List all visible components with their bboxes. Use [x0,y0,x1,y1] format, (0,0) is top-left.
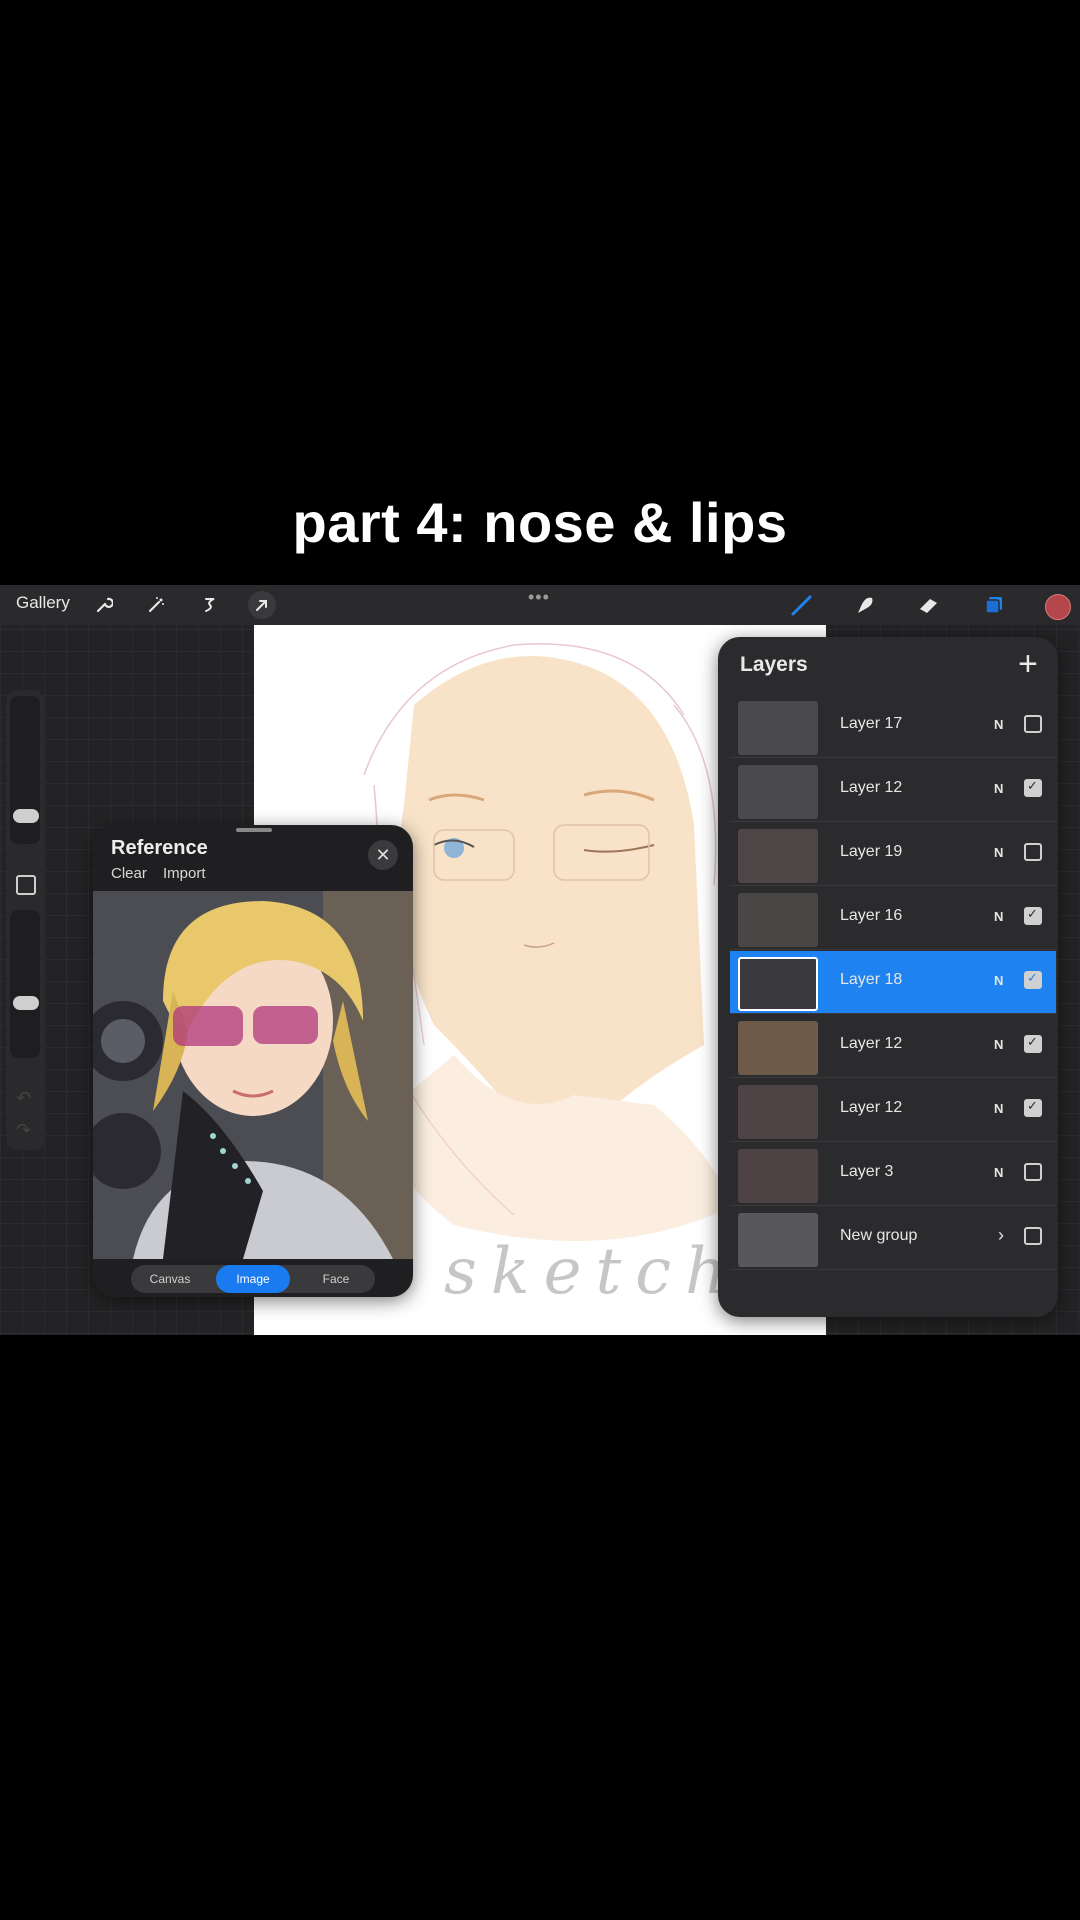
layer-row[interactable]: Layer 12 N [730,1079,1056,1142]
blend-mode-button[interactable]: N [994,1165,1003,1180]
layer-row[interactable]: Layer 18 N [730,951,1056,1014]
layer-thumbnail [738,1085,818,1139]
layer-name: Layer 12 [840,779,903,796]
transform-arrow-icon[interactable] [248,591,276,619]
layer-row[interactable]: Layer 12 N [730,759,1056,822]
layer-name: Layer 16 [840,907,903,924]
add-layer-plus-icon[interactable]: + [1018,645,1038,684]
brush-size-knob[interactable] [13,809,39,823]
redo-icon[interactable]: ↷ [16,1120,31,1141]
video-caption: part 4: nose & lips [292,491,788,554]
wrench-icon[interactable] [90,591,118,619]
smudge-icon[interactable] [851,591,879,619]
layer-thumbnail [738,1213,818,1267]
blend-mode-button[interactable]: N [994,1101,1003,1116]
layer-name: Layer 12 [840,1035,903,1052]
blend-mode-button[interactable]: N [994,781,1003,796]
blend-mode-button[interactable]: N [994,845,1003,860]
layers-icon[interactable] [980,591,1008,619]
procreate-app: Gallery ••• ↶ ↷ sketch Reference Clear I… [0,585,1080,1335]
layer-thumbnail [738,829,818,883]
reference-import-button[interactable]: Import [163,865,206,882]
tab-canvas[interactable]: Canvas [133,1265,207,1293]
layer-thumbnail [738,765,818,819]
color-picker-swatch[interactable] [1045,594,1071,620]
layer-thumbnail [738,1149,818,1203]
chevron-right-icon[interactable]: › [998,1225,1004,1246]
visibility-checkbox[interactable] [1024,1034,1042,1053]
tab-face[interactable]: Face [299,1265,373,1293]
layer-name: Layer 12 [840,1099,903,1116]
reference-clear-button[interactable]: Clear [111,865,147,882]
layer-row[interactable]: Layer 3 N [730,1143,1056,1206]
brush-icon[interactable] [788,591,816,619]
left-sidebar: ↶ ↷ [6,690,44,1150]
visibility-checkbox[interactable] [1024,1227,1042,1245]
eraser-icon[interactable] [915,591,943,619]
layer-row[interactable]: Layer 19 N [730,823,1056,886]
reference-title: Reference [111,837,208,859]
layer-row[interactable]: Layer 17 N [730,695,1056,758]
layer-name: New group [840,1227,918,1244]
layer-name: Layer 17 [840,715,903,732]
undo-icon[interactable]: ↶ [16,1088,31,1109]
layer-row[interactable]: Layer 16 N [730,887,1056,950]
reference-image [93,891,413,1259]
opacity-knob[interactable] [13,996,39,1010]
visibility-checkbox[interactable] [1024,843,1042,861]
layer-thumbnail [738,893,818,947]
layer-thumbnail [738,701,818,755]
blend-mode-button[interactable]: N [994,717,1003,732]
top-toolbar: Gallery ••• [0,585,1080,625]
opacity-slider[interactable] [10,910,40,1058]
brush-size-slider[interactable] [10,696,40,844]
layer-thumbnail [738,1021,818,1075]
tab-image[interactable]: Image [216,1265,290,1293]
magic-wand-icon[interactable] [142,591,170,619]
blend-mode-button[interactable]: N [994,909,1003,924]
visibility-checkbox[interactable] [1024,906,1042,925]
visibility-checkbox[interactable] [1024,1163,1042,1181]
layers-panel: Layers + Layer 17NLayer 12NLayer 19NLaye… [718,637,1058,1317]
visibility-checkbox[interactable] [1024,970,1042,989]
blend-mode-button[interactable]: N [994,973,1003,988]
layer-name: Layer 3 [840,1163,894,1180]
selection-icon[interactable] [196,591,224,619]
layers-title: Layers [740,653,808,676]
layer-row[interactable]: Layer 12 N [730,1015,1056,1078]
gallery-button[interactable]: Gallery [16,593,70,613]
visibility-checkbox[interactable] [1024,715,1042,733]
layer-group-row[interactable]: New group › [730,1207,1056,1270]
blend-mode-button[interactable]: N [994,1037,1003,1052]
visibility-checkbox[interactable] [1024,1098,1042,1117]
layer-thumbnail [738,957,818,1011]
reference-mode-tabs: Canvas Image Face [131,1265,375,1293]
layer-name: Layer 18 [840,971,903,988]
layer-name: Layer 19 [840,843,903,860]
close-icon[interactable]: ✕ [368,840,398,870]
visibility-checkbox[interactable] [1024,778,1042,797]
more-options-dots[interactable]: ••• [528,587,550,608]
reference-drag-handle[interactable] [236,828,272,832]
modify-button-icon[interactable] [16,875,36,895]
reference-window[interactable]: Reference Clear Import ✕ Canvas Image Fa… [93,825,413,1297]
